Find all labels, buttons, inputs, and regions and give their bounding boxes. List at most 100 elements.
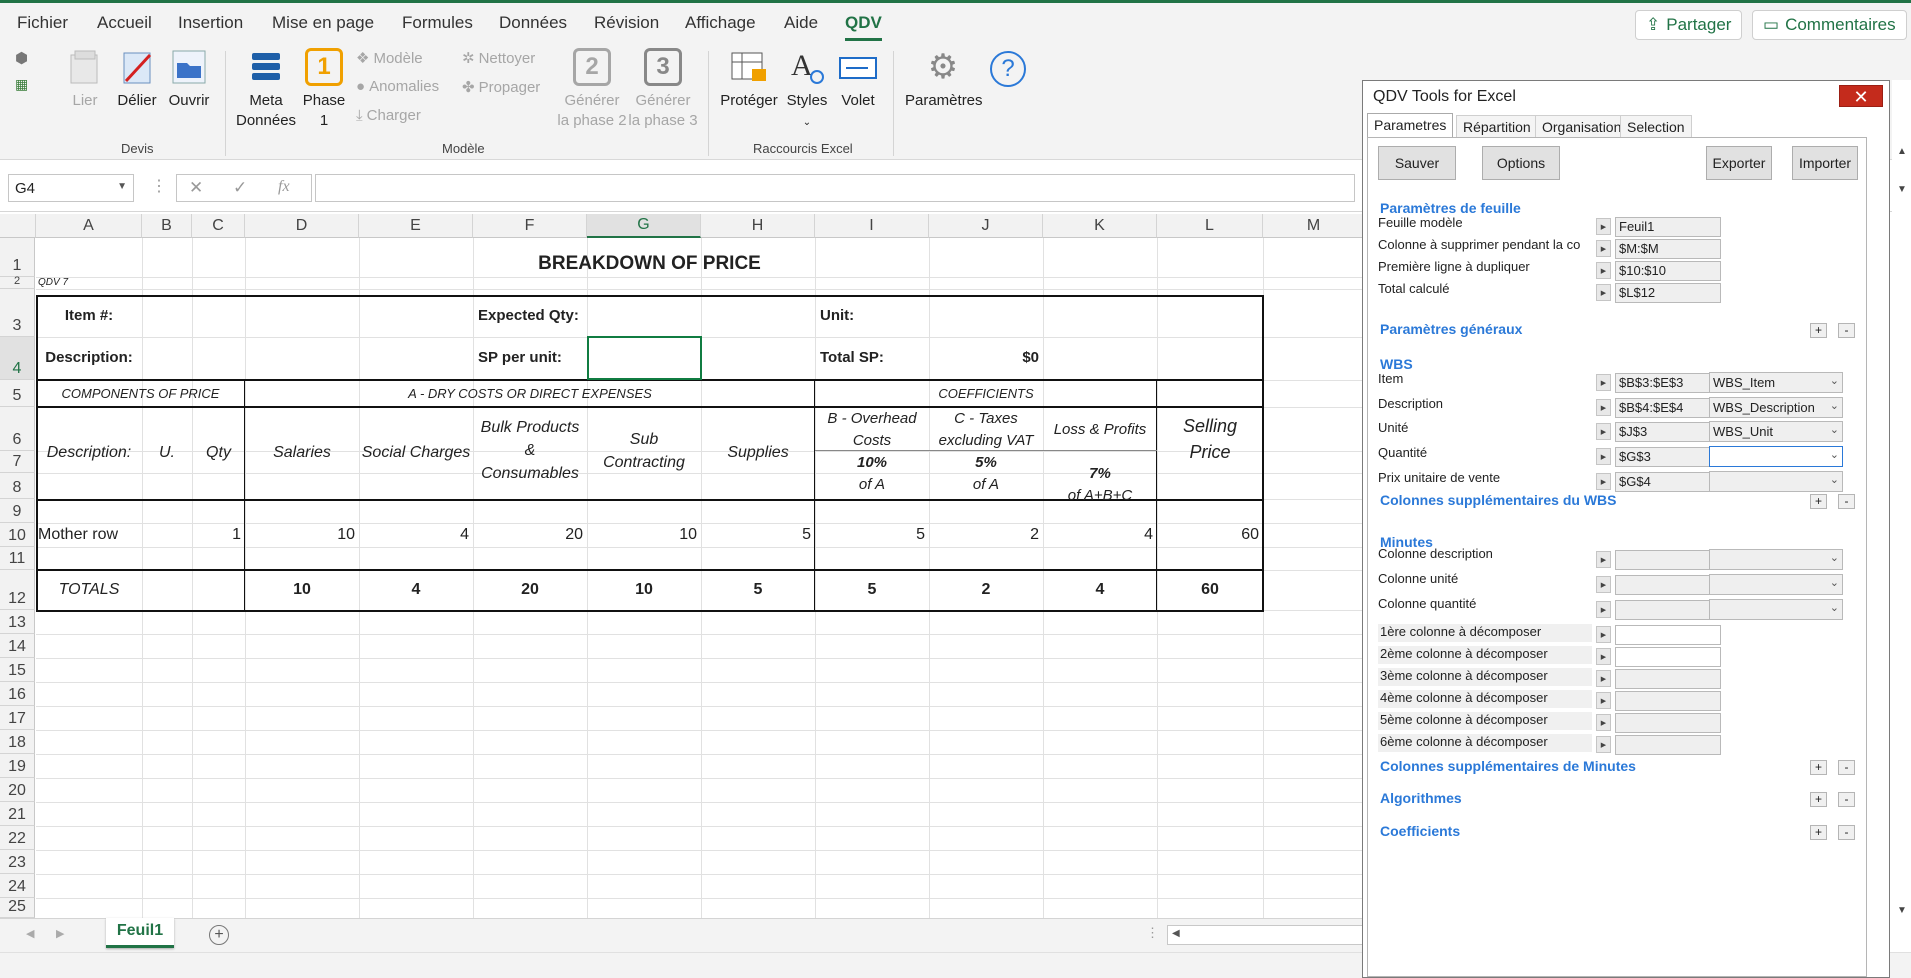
sheet-tab-feuil1[interactable]: Feuil1 (106, 918, 174, 948)
options-button[interactable]: Options (1482, 146, 1560, 180)
mapping-dropdown[interactable]: WBS_Description ⌄ (1709, 397, 1843, 418)
row-header-6[interactable]: 6 (0, 407, 35, 451)
column-header-f[interactable]: F (473, 214, 587, 238)
column-header-k[interactable]: K (1043, 214, 1157, 238)
export-button[interactable]: Exporter (1706, 146, 1772, 180)
row-header-11[interactable]: 11 (0, 547, 35, 570)
scroll-up-icon[interactable]: ▲ (1897, 146, 1907, 157)
minutes-value[interactable] (1615, 550, 1721, 570)
row-header-13[interactable]: 13 (0, 610, 35, 634)
column-header-m[interactable]: M (1263, 214, 1365, 238)
expand-arrow-icon[interactable]: ▶ (1596, 399, 1611, 416)
expand-arrow-icon[interactable]: ▶ (1596, 736, 1611, 753)
row-header-15[interactable]: 15 (0, 658, 35, 682)
expand-arrow-icon[interactable]: ▶ (1596, 240, 1611, 257)
scroll-down-icon[interactable]: ▼ (1897, 905, 1907, 916)
import-button[interactable]: Importer (1792, 146, 1858, 180)
mapping-dropdown[interactable]: ⌄ (1709, 599, 1843, 620)
mapping-dropdown[interactable]: ⌄ (1709, 446, 1843, 467)
add-button[interactable]: + (1810, 825, 1827, 840)
expand-arrow-icon[interactable]: ▶ (1596, 648, 1611, 665)
comments-button[interactable]: ▭ Commentaires (1752, 10, 1907, 40)
expand-arrow-icon[interactable]: ▶ (1596, 551, 1611, 568)
mapping-dropdown[interactable]: ⌄ (1709, 471, 1843, 492)
tab-organisation[interactable]: Organisation (1535, 115, 1629, 137)
row-header-5[interactable]: 5 (0, 380, 35, 407)
select-all-corner[interactable] (0, 214, 36, 238)
tab-parametres[interactable]: Parametres (1367, 113, 1454, 138)
row-header-22[interactable]: 22 (0, 826, 35, 850)
expand-arrow-icon[interactable]: ▶ (1596, 284, 1611, 301)
param-value[interactable]: $10:$10 (1615, 261, 1721, 281)
row-header-21[interactable]: 21 (0, 802, 35, 826)
minutes-value[interactable] (1615, 600, 1721, 620)
expand-arrow-icon[interactable]: ▶ (1596, 692, 1611, 709)
column-header-g[interactable]: G (587, 214, 701, 238)
prev-sheet-icon[interactable]: ◀ (26, 927, 34, 940)
expand-arrow-icon[interactable]: ▶ (1596, 576, 1611, 593)
column-header-h[interactable]: H (701, 214, 815, 238)
remove-button[interactable]: - (1838, 760, 1855, 775)
param-value[interactable]: $L$12 (1615, 283, 1721, 303)
share-button[interactable]: ⇪ Partager (1635, 10, 1743, 40)
row-header-1[interactable]: 1 (0, 238, 35, 277)
column-header-b[interactable]: B (142, 214, 192, 238)
scroll-down-icon[interactable]: ▼ (1897, 184, 1907, 195)
decompose-value[interactable] (1615, 735, 1721, 755)
wbs-value[interactable]: $B$4:$E$4 (1615, 398, 1721, 418)
selected-cell-g4[interactable] (587, 336, 702, 380)
tab-repartition[interactable]: Répartition (1456, 115, 1538, 137)
wbs-value[interactable]: $J$3 (1615, 422, 1721, 442)
remove-button[interactable]: - (1838, 323, 1855, 338)
expand-arrow-icon[interactable]: ▶ (1596, 374, 1611, 391)
tab-selection[interactable]: Selection (1620, 115, 1692, 137)
row-header-14[interactable]: 14 (0, 634, 35, 658)
expand-arrow-icon[interactable]: ▶ (1596, 670, 1611, 687)
row-header-9[interactable]: 9 (0, 499, 35, 523)
expand-arrow-icon[interactable]: ▶ (1596, 218, 1611, 235)
expand-arrow-icon[interactable]: ▶ (1596, 601, 1611, 618)
minutes-value[interactable] (1615, 575, 1721, 595)
row-header-20[interactable]: 20 (0, 778, 35, 802)
add-button[interactable]: + (1810, 792, 1827, 807)
decompose-value[interactable] (1615, 713, 1721, 733)
horizontal-scrollbar[interactable]: ◀ (1167, 925, 1367, 945)
row-header-3[interactable]: 3 (0, 289, 35, 337)
decompose-value[interactable] (1615, 647, 1721, 667)
decompose-value[interactable] (1615, 669, 1721, 689)
wbs-value[interactable]: $G$3 (1615, 447, 1721, 467)
row-header-24[interactable]: 24 (0, 874, 35, 898)
row-header-4[interactable]: 4 (0, 337, 35, 380)
wbs-value[interactable]: $G$4 (1615, 472, 1721, 492)
add-button[interactable]: + (1810, 323, 1827, 338)
row-header-18[interactable]: 18 (0, 730, 35, 754)
param-value[interactable]: $M:$M (1615, 239, 1721, 259)
mapping-dropdown[interactable]: ⌄ (1709, 549, 1843, 570)
row-header-12[interactable]: 12 (0, 570, 35, 610)
row-header-23[interactable]: 23 (0, 850, 35, 874)
expand-arrow-icon[interactable]: ▶ (1596, 714, 1611, 731)
add-button[interactable]: + (1810, 760, 1827, 775)
scroll-left-icon[interactable]: ◀ (1172, 928, 1180, 939)
decompose-value[interactable] (1615, 691, 1721, 711)
row-header-17[interactable]: 17 (0, 706, 35, 730)
expand-arrow-icon[interactable]: ▶ (1596, 423, 1611, 440)
column-header-j[interactable]: J (929, 214, 1043, 238)
remove-button[interactable]: - (1838, 792, 1855, 807)
decompose-value[interactable] (1615, 625, 1721, 645)
column-header-l[interactable]: L (1157, 214, 1263, 238)
next-sheet-icon[interactable]: ▶ (56, 927, 64, 940)
column-header-d[interactable]: D (245, 214, 359, 238)
column-header-c[interactable]: C (192, 214, 245, 238)
vertical-scrollbar[interactable]: ▲ ▼ ▼ (1892, 80, 1911, 952)
row-header-8[interactable]: 8 (0, 473, 35, 499)
row-header-7[interactable]: 7 (0, 451, 35, 473)
param-value[interactable]: Feuil1 (1615, 217, 1721, 237)
row-header-25[interactable]: 25 (0, 898, 35, 918)
expand-arrow-icon[interactable]: ▶ (1596, 626, 1611, 643)
add-sheet-icon[interactable]: + (209, 925, 229, 945)
expand-arrow-icon[interactable]: ▶ (1596, 448, 1611, 465)
column-header-i[interactable]: I (815, 214, 929, 238)
row-header-16[interactable]: 16 (0, 682, 35, 706)
column-header-e[interactable]: E (359, 214, 473, 238)
